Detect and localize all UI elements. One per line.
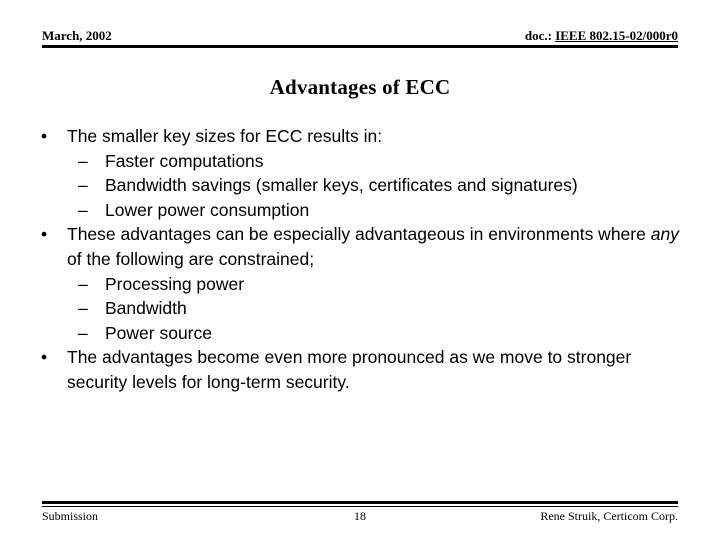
header-doc-number: IEEE 802.15-02/000r0 bbox=[555, 28, 678, 43]
bullet-item: • These advantages can be especially adv… bbox=[36, 222, 692, 271]
slide-title: Advantages of ECC bbox=[269, 75, 451, 99]
header-row: March, 2002 doc.: IEEE 802.15-02/000r0 bbox=[42, 28, 678, 46]
bullet-item: – Faster computations bbox=[36, 149, 692, 174]
header-date: March, 2002 bbox=[42, 28, 112, 43]
dash-marker-icon: – bbox=[78, 298, 88, 319]
bullet-text: The smaller key sizes for ECC results in… bbox=[67, 126, 383, 146]
bullet-text: Bandwidth savings (smaller keys, certifi… bbox=[105, 175, 578, 196]
bullet-marker-icon: • bbox=[41, 224, 48, 245]
bullet-item: – Processing power bbox=[36, 272, 692, 297]
dash-marker-icon: – bbox=[78, 199, 88, 220]
footer-author: Rene Struik, Certicom Corp. bbox=[540, 509, 678, 523]
slide-canvas: March, 2002 doc.: IEEE 802.15-02/000r0 A… bbox=[0, 0, 720, 540]
bullet-text-segment: These advantages can be especially advan… bbox=[67, 224, 651, 245]
slide-body: • The smaller key sizes for ECC results … bbox=[36, 124, 692, 395]
header-doc-reference: doc.: IEEE 802.15-02/000r0 bbox=[525, 28, 678, 44]
bullet-item: – Bandwidth savings (smaller keys, certi… bbox=[36, 173, 692, 198]
footer-divider-rule-thin bbox=[42, 506, 678, 507]
bullet-text: Processing power bbox=[105, 273, 245, 294]
bullet-text: Bandwidth bbox=[105, 298, 187, 319]
bullet-text: These advantages can be especially advan… bbox=[67, 222, 692, 271]
dash-marker-icon: – bbox=[78, 273, 88, 294]
bullet-text: Power source bbox=[105, 322, 212, 343]
bullet-item: – Power source bbox=[36, 321, 692, 346]
slide-footer: Submission 18 Rene Struik, Certicom Corp… bbox=[42, 508, 678, 526]
header-doc-label: doc.: bbox=[524, 28, 556, 43]
bullet-marker-icon: • bbox=[41, 347, 48, 368]
dash-marker-icon: – bbox=[78, 322, 88, 343]
footer-divider-rule bbox=[42, 501, 678, 504]
bullet-item: – Bandwidth bbox=[36, 296, 692, 321]
bullet-text: Faster computations bbox=[105, 150, 264, 171]
bullet-text-segment: of the following are constrained; bbox=[67, 248, 315, 269]
bullet-marker-icon: • bbox=[41, 126, 48, 146]
bullet-item: • The smaller key sizes for ECC results … bbox=[36, 124, 692, 149]
bullet-text-emphasis: any bbox=[650, 224, 679, 245]
header-divider-rule bbox=[42, 45, 678, 48]
dash-marker-icon: – bbox=[78, 175, 88, 196]
dash-marker-icon: – bbox=[78, 150, 88, 171]
bullet-text: Lower power consumption bbox=[105, 199, 310, 220]
bullet-item: – Lower power consumption bbox=[36, 198, 692, 223]
bullet-text: The advantages become even more pronounc… bbox=[67, 347, 632, 392]
bullet-item: • The advantages become even more pronou… bbox=[36, 345, 692, 394]
